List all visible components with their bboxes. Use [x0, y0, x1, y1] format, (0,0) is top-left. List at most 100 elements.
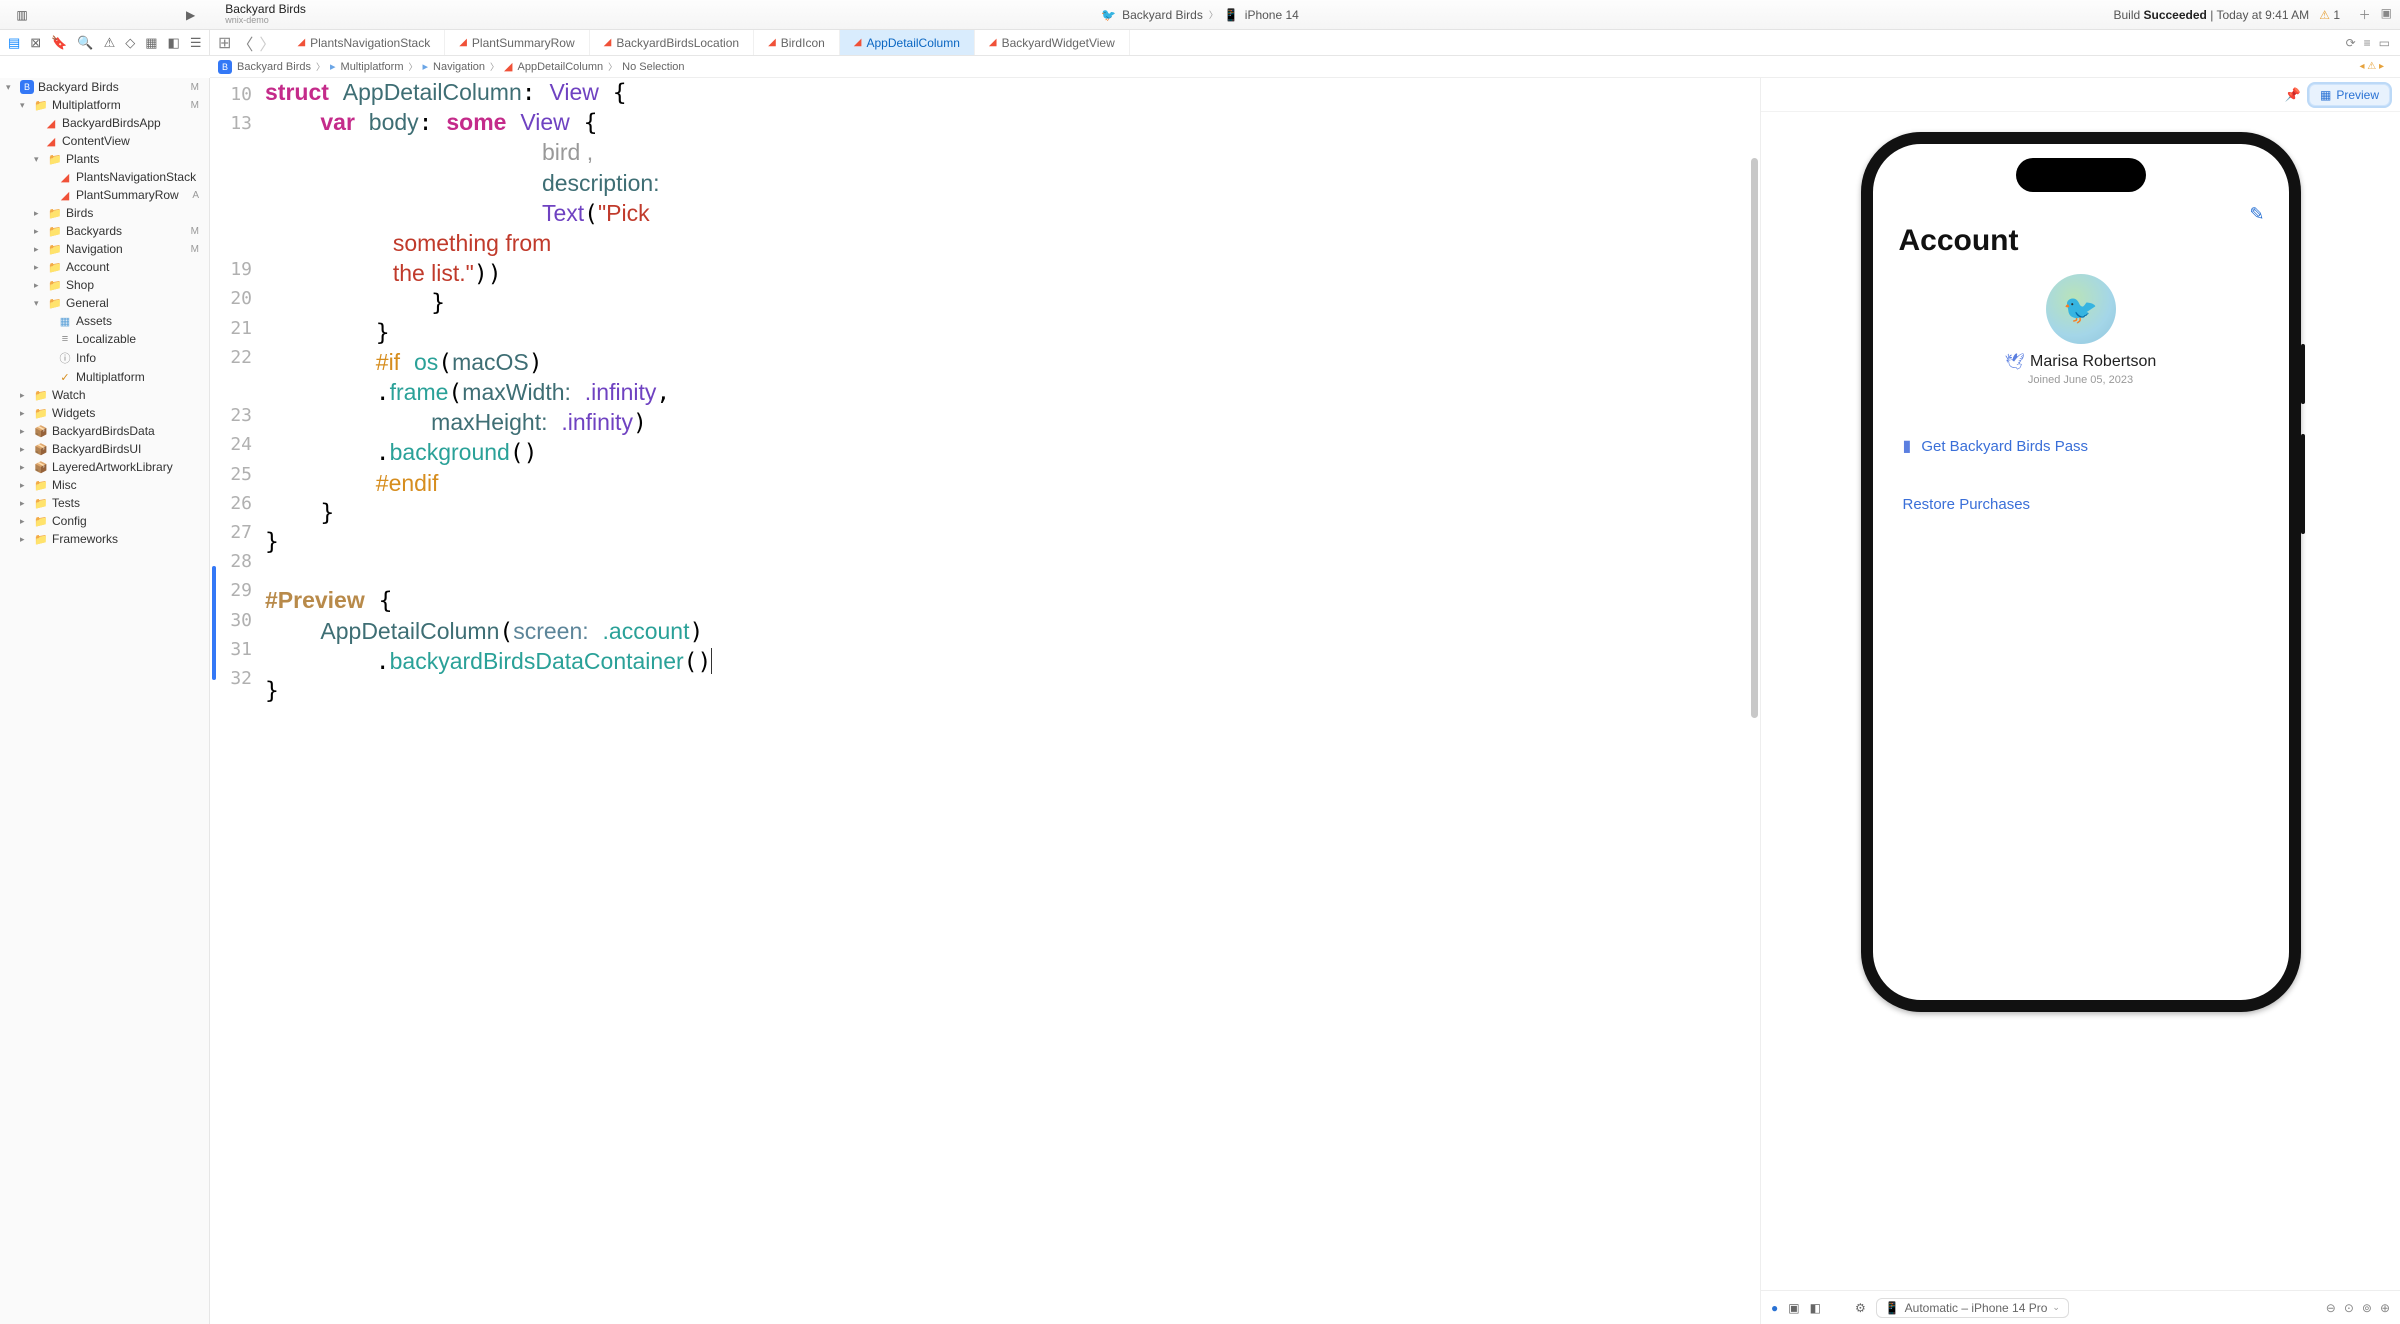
- nav-plants-nav[interactable]: ◢PlantsNavigationStack: [0, 168, 209, 186]
- folder-icon: 📁: [34, 515, 48, 528]
- nav-bbui[interactable]: ▸📦BackyardBirdsUI: [0, 440, 209, 458]
- tests-icon[interactable]: ◇: [125, 35, 135, 51]
- nav-account[interactable]: ▸📁Account: [0, 258, 209, 276]
- nav-watch[interactable]: ▸📁Watch: [0, 386, 209, 404]
- tab-plants-nav[interactable]: ◢PlantsNavigationStack: [283, 30, 445, 55]
- bird-icon: 🐦: [1101, 8, 1116, 22]
- nav-general[interactable]: ▾📁General: [0, 294, 209, 312]
- run-button[interactable]: ▶: [186, 8, 195, 22]
- code-editor[interactable]: 10131920212223242526272829303132 struct …: [210, 78, 1760, 1324]
- tab-widget-view[interactable]: ◢BackyardWidgetView: [975, 30, 1130, 55]
- swift-icon: ◢: [768, 37, 776, 48]
- nav-birds[interactable]: ▸📁Birds: [0, 204, 209, 222]
- sidebar-toggle-icon[interactable]: ▥: [8, 8, 36, 22]
- scheme-crumb[interactable]: Backyard Birds: [1122, 8, 1203, 22]
- device-frame: ✎ Account 🐦 🕊 Marisa Robertson Joined Ju…: [1861, 132, 2301, 1012]
- forward-icon[interactable]: 〉: [259, 31, 275, 55]
- tab-plant-summary[interactable]: ◢PlantSummaryRow: [445, 30, 589, 55]
- folder-icon: 📁: [34, 407, 48, 420]
- square-x-icon[interactable]: ⊠: [30, 35, 41, 51]
- nav-multiplatform[interactable]: ▾📁 MultiplatformM: [0, 96, 209, 114]
- nav-assets[interactable]: ▦Assets: [0, 312, 209, 330]
- folder-icon: 📁: [34, 389, 48, 402]
- nav-info[interactable]: ⓘInfo: [0, 348, 209, 368]
- nav-plants[interactable]: ▾📁Plants: [0, 150, 209, 168]
- nav-frameworks[interactable]: ▸📁Frameworks: [0, 530, 209, 548]
- tab-location[interactable]: ◢BackyardBirdsLocation: [590, 30, 754, 55]
- jump-bar[interactable]: B Backyard Birds〉 ▸ Multiplatform〉 ▸ Nav…: [210, 56, 2400, 78]
- nav-plant-sum[interactable]: ◢PlantSummaryRowA: [0, 186, 209, 204]
- crumb[interactable]: AppDetailColumn: [518, 61, 604, 73]
- crumb[interactable]: Navigation: [433, 61, 485, 73]
- nav-localizable[interactable]: ≡Localizable: [0, 330, 209, 348]
- nav-misc[interactable]: ▸📁Misc: [0, 476, 209, 494]
- project-navigator[interactable]: ▾B Backyard BirdsM ▾📁 MultiplatformM ◢Ba…: [0, 78, 210, 1324]
- warning-indicator[interactable]: ◂ ⚠ ▸: [2359, 61, 2392, 72]
- breakpoints-icon[interactable]: ◧: [168, 35, 180, 51]
- package-icon: 📦: [34, 443, 48, 456]
- warning-icon[interactable]: ⚠: [2319, 8, 2330, 22]
- nav-tests[interactable]: ▸📁Tests: [0, 494, 209, 512]
- pass-row[interactable]: ▮ Get Backyard Birds Pass: [1899, 426, 2263, 466]
- scrollbar[interactable]: [1751, 158, 1758, 718]
- nav-content[interactable]: ◢ContentView: [0, 132, 209, 150]
- crumb[interactable]: No Selection: [622, 61, 684, 73]
- nav-config[interactable]: ▸📁Config: [0, 512, 209, 530]
- editor-options-icon[interactable]: ▭: [2379, 36, 2390, 50]
- crumb[interactable]: Multiplatform: [341, 61, 404, 73]
- inspector-toggle-icon[interactable]: ▣: [2381, 6, 2392, 23]
- bookmark-icon[interactable]: 🔖: [51, 35, 67, 51]
- issues-icon[interactable]: ⚠: [104, 35, 116, 51]
- plus-icon[interactable]: ＋: [2359, 6, 2371, 23]
- navigator-toolbar: ▤ ⊠ 🔖 🔍 ⚠ ◇ ▦ ◧ ☰ ⊞ 〈 〉 ◢PlantsNavigatio…: [0, 30, 2400, 56]
- zoom-actual-icon[interactable]: ⊚: [2362, 1301, 2372, 1315]
- code-content[interactable]: struct AppDetailColumn: View { var body:…: [265, 78, 1760, 706]
- swift-icon: ◢: [604, 37, 612, 48]
- project-navigator-icon[interactable]: ▤: [8, 35, 20, 51]
- restore-purchases[interactable]: Restore Purchases: [1899, 496, 2263, 513]
- device-selector[interactable]: 📱 Automatic – iPhone 14 Pro ⌄: [1876, 1298, 2069, 1318]
- search-icon[interactable]: 🔍: [77, 35, 93, 51]
- nav-backyards[interactable]: ▸📁BackyardsM: [0, 222, 209, 240]
- nav-multi2[interactable]: ✓Multiplatform: [0, 368, 209, 386]
- side-button: [2301, 344, 2305, 404]
- chevron-right-icon: 〉: [1209, 8, 1218, 21]
- nav-root[interactable]: ▾B Backyard BirdsM: [0, 78, 209, 96]
- adjust-icon[interactable]: ≡: [2364, 36, 2371, 50]
- reports-icon[interactable]: ☰: [190, 35, 202, 51]
- joined-date: Joined June 05, 2023: [2028, 374, 2133, 386]
- nav-widgets[interactable]: ▸📁Widgets: [0, 404, 209, 422]
- swift-icon: ◢: [854, 37, 862, 48]
- zoom-fit-icon[interactable]: ⊙: [2344, 1301, 2354, 1315]
- related-items-icon[interactable]: ⊞: [218, 33, 231, 53]
- device-crumb[interactable]: iPhone 14: [1245, 8, 1299, 22]
- refresh-icon[interactable]: ⟳: [2346, 36, 2356, 50]
- variants-icon[interactable]: ◧: [1810, 1301, 1821, 1315]
- folder-icon: ▸: [423, 60, 429, 73]
- folder-icon: 📁: [34, 479, 48, 492]
- folder-icon: 📁: [48, 225, 62, 238]
- nav-layered[interactable]: ▸📦LayeredArtworkLibrary: [0, 458, 209, 476]
- debug-icon[interactable]: ▦: [145, 35, 157, 51]
- crumb[interactable]: Backyard Birds: [237, 61, 311, 73]
- scheme-selector[interactable]: Backyard Birds wnix-demo: [225, 3, 306, 26]
- zoom-out-icon[interactable]: ⊖: [2326, 1301, 2336, 1315]
- back-icon[interactable]: 〈: [237, 31, 253, 55]
- pin-icon[interactable]: 📌: [2285, 87, 2301, 103]
- tab-app-detail[interactable]: ◢AppDetailColumn: [840, 30, 975, 55]
- nav-navigation[interactable]: ▸📁NavigationM: [0, 240, 209, 258]
- preview-button[interactable]: ▦ Preview: [2309, 84, 2390, 106]
- pass-icon: ▮: [1903, 436, 1912, 456]
- device-settings-icon[interactable]: ⚙: [1855, 1301, 1866, 1315]
- folder-icon: 📁: [34, 497, 48, 510]
- volume-button: [2301, 434, 2305, 534]
- live-icon[interactable]: ●: [1771, 1301, 1778, 1315]
- nav-shop[interactable]: ▸📁Shop: [0, 276, 209, 294]
- tab-bird-icon[interactable]: ◢BirdIcon: [754, 30, 840, 55]
- package-icon: 📦: [34, 425, 48, 438]
- edit-icon[interactable]: ✎: [2249, 204, 2264, 225]
- nav-bbdata[interactable]: ▸📦BackyardBirdsData: [0, 422, 209, 440]
- selectable-icon[interactable]: ▣: [1788, 1301, 1799, 1315]
- nav-app[interactable]: ◢BackyardBirdsApp: [0, 114, 209, 132]
- zoom-in-icon[interactable]: ⊕: [2380, 1301, 2390, 1315]
